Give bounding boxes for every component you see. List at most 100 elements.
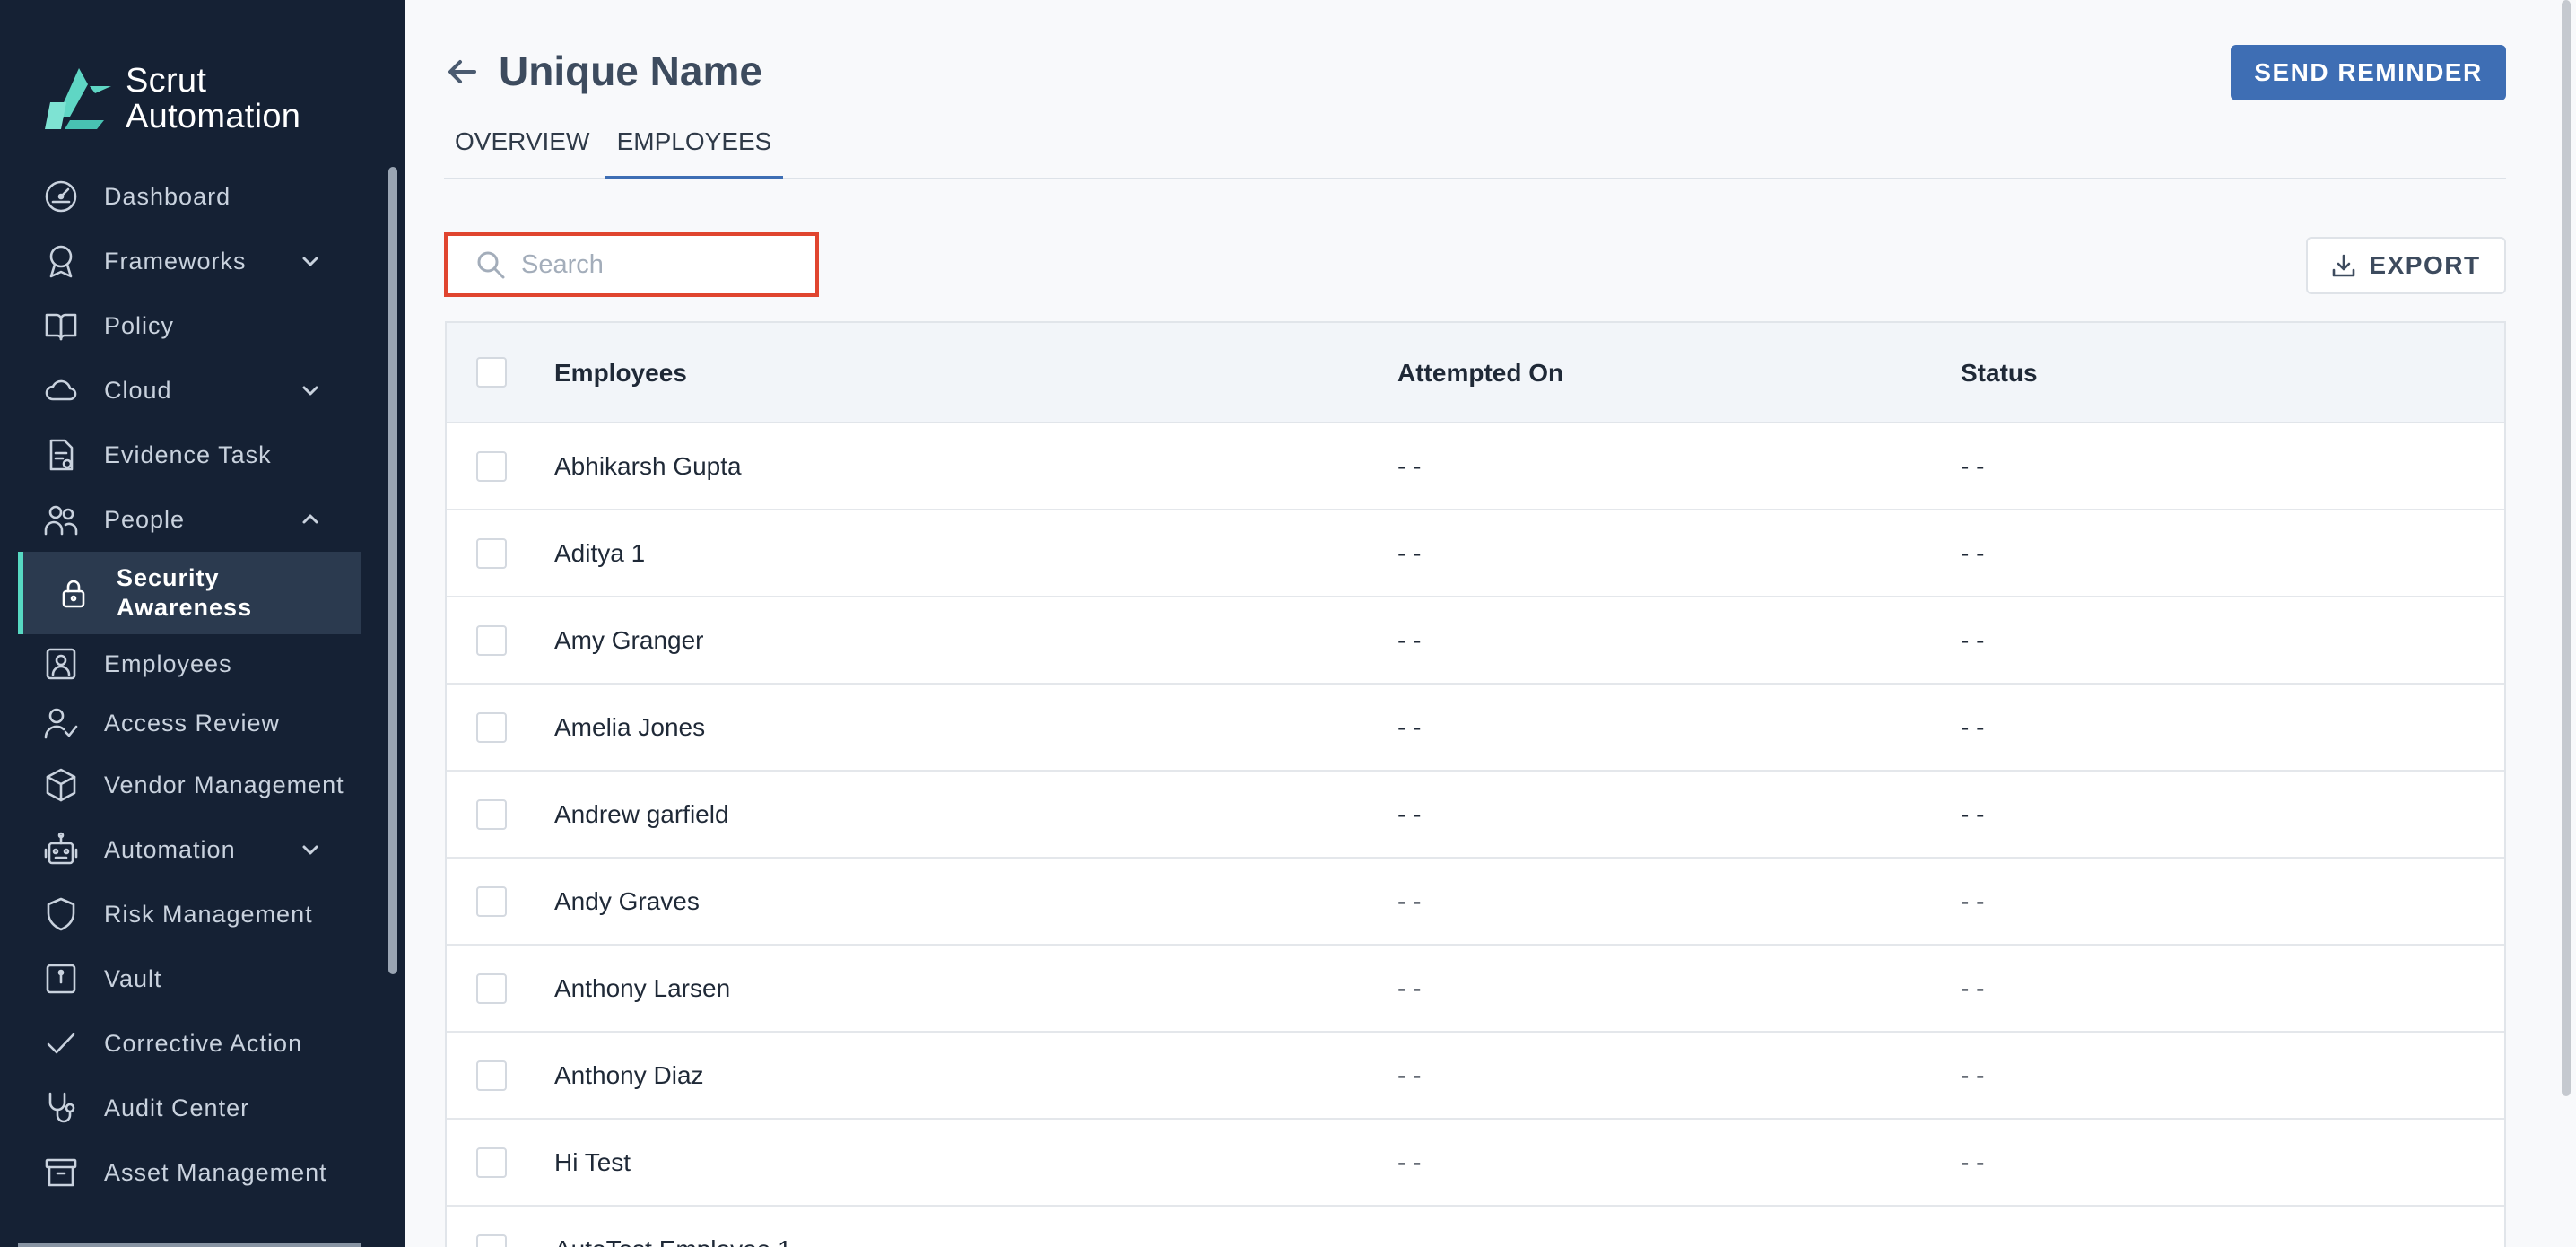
search-box[interactable] (444, 232, 819, 297)
table-row[interactable]: Amy Granger - - - - (447, 597, 2504, 685)
row-checkbox[interactable] (476, 451, 507, 482)
sidebar-item-security-awareness[interactable]: Security Awareness (18, 552, 361, 634)
employee-name: Amelia Jones (554, 713, 706, 741)
table-row[interactable]: Anthony Diaz - - - - (447, 1033, 2504, 1120)
row-checkbox[interactable] (476, 538, 507, 569)
sidebar-item-label: Automation (104, 835, 236, 863)
attempted-on-value: - - (1397, 974, 1422, 1002)
sidebar-item-label: Corrective Action (104, 1029, 303, 1057)
sidebar-item-access-review[interactable]: Access Review (0, 693, 381, 753)
employee-name: Aditya 1 (554, 539, 646, 567)
employee-name: Amy Granger (554, 626, 704, 654)
sidebar-item-label: Frameworks (104, 247, 247, 275)
attempted-on-value: - - (1397, 800, 1422, 828)
sidebar-item-employees[interactable]: Employees (0, 634, 381, 693)
status-value: - - (1961, 887, 1985, 915)
row-checkbox[interactable] (476, 625, 507, 656)
sidebar-item-vendor-management[interactable]: Vendor Management (0, 753, 381, 817)
search-icon (476, 250, 505, 279)
logo-line-1: Scrut (126, 62, 207, 100)
table-body: Abhikarsh Gupta - -- - Aditya 1- -- - Amy G… (447, 423, 2504, 1247)
dashboard-icon (43, 179, 79, 214)
row-checkbox[interactable] (476, 712, 507, 743)
table-row[interactable]: AutoTest Employee 1 - - - - (447, 1207, 2504, 1247)
id-card-icon (43, 646, 79, 682)
shield-icon (43, 896, 79, 932)
attempted-on-value: - - (1397, 452, 1422, 480)
row-checkbox[interactable] (476, 1234, 507, 1247)
archive-icon (43, 1155, 79, 1190)
lock-icon (56, 575, 91, 611)
sidebar-item-risk-management[interactable]: Risk Management (0, 882, 381, 946)
tab-employees[interactable]: EMPLOYEES (605, 118, 783, 179)
sidebar-item-cloud[interactable]: Cloud (0, 358, 381, 423)
sidebar-item-label: Employees (104, 650, 232, 677)
employee-name: Andy Graves (554, 887, 700, 915)
sidebar-item-automation[interactable]: Automation (0, 817, 381, 882)
sidebar-item-label: Dashboard (104, 182, 231, 210)
status-value: - - (1961, 1148, 1985, 1176)
status-value: - - (1961, 713, 1985, 741)
sidebar-item-evidence-task[interactable]: Evidence Task (0, 423, 381, 487)
sidebar-item-vault[interactable]: Vault (0, 946, 381, 1011)
employee-name: AutoTest Employee 1 (554, 1235, 792, 1247)
status-value: - - (1961, 539, 1985, 567)
search-input[interactable] (521, 249, 808, 280)
export-button[interactable]: EXPORT (2306, 237, 2506, 294)
table-header: Employees Attempted On Status (447, 323, 2504, 423)
logo[interactable]: Scrut Automation (43, 63, 300, 135)
chevron-down-icon[interactable] (300, 379, 321, 401)
document-icon (43, 437, 79, 473)
attempted-on-value: - - (1397, 1235, 1421, 1247)
people-icon (43, 501, 79, 537)
send-reminder-button[interactable]: SEND REMINDER (2231, 45, 2506, 100)
vault-icon (43, 961, 79, 997)
sidebar-item-label: People (104, 505, 186, 533)
chevron-up-icon[interactable] (300, 509, 321, 530)
sidebar-item-policy[interactable]: Policy (0, 293, 381, 358)
chevron-down-icon[interactable] (300, 250, 321, 272)
sidebar-item-people[interactable]: People (0, 487, 381, 552)
table-row[interactable]: Abhikarsh Gupta - - - - (447, 423, 2504, 510)
sidebar-item-frameworks[interactable]: Frameworks (0, 229, 381, 293)
status-value: - - (1961, 800, 1985, 828)
sidebar-item-corrective-action[interactable]: Corrective Action (0, 1011, 381, 1076)
sidebar: Scrut Automation Dashboard Frameworks Po… (0, 0, 405, 1247)
page-scrollbar[interactable] (2562, 0, 2571, 1096)
table-row[interactable]: Aditya 1 - - - - (447, 510, 2504, 597)
attempted-on-value: - - (1397, 1061, 1422, 1089)
sidebar-item-label: Risk Management (104, 900, 313, 928)
logo-line-2: Automation (126, 98, 301, 135)
status-value: - - (1961, 626, 1985, 654)
tab-overview[interactable]: OVERVIEW (455, 118, 589, 179)
sidebar-item-asset-management[interactable]: Asset Management (0, 1140, 381, 1205)
row-checkbox[interactable] (476, 1060, 507, 1091)
status-value: - - (1961, 1061, 1985, 1089)
attempted-on-value: - - (1397, 539, 1422, 567)
table-row[interactable]: Amelia Jones - - - - (447, 685, 2504, 772)
chevron-down-icon[interactable] (300, 839, 321, 860)
column-header-status[interactable]: Status (1961, 359, 2038, 388)
stethoscope-icon (43, 1090, 79, 1126)
sidebar-item-dashboard[interactable]: Dashboard (0, 164, 381, 229)
sidebar-item-audit-center[interactable]: Audit Center (0, 1076, 381, 1140)
row-checkbox[interactable] (476, 886, 507, 917)
row-checkbox[interactable] (476, 1147, 507, 1178)
robot-icon (43, 832, 79, 868)
table-row[interactable]: Hi Test - - - - (447, 1120, 2504, 1207)
column-header-employees[interactable]: Employees (554, 359, 687, 388)
row-checkbox[interactable] (476, 799, 507, 830)
table-row[interactable]: Andrew garfield - - - - (447, 772, 2504, 859)
sidebar-scrollbar[interactable] (388, 167, 397, 974)
status-value: - - (1961, 1235, 1984, 1247)
award-icon (43, 243, 79, 279)
table-row[interactable]: Anthony Larsen - - - - (447, 946, 2504, 1033)
column-header-attempted-on[interactable]: Attempted On (1397, 359, 1563, 388)
back-arrow-icon[interactable] (444, 54, 480, 90)
user-check-icon (43, 705, 79, 741)
attempted-on-value: - - (1397, 626, 1422, 654)
select-all-checkbox[interactable] (476, 357, 507, 388)
table-row[interactable]: Andy Graves - - - - (447, 859, 2504, 946)
row-checkbox[interactable] (476, 973, 507, 1004)
sidebar-item-label: Asset Management (104, 1158, 327, 1186)
